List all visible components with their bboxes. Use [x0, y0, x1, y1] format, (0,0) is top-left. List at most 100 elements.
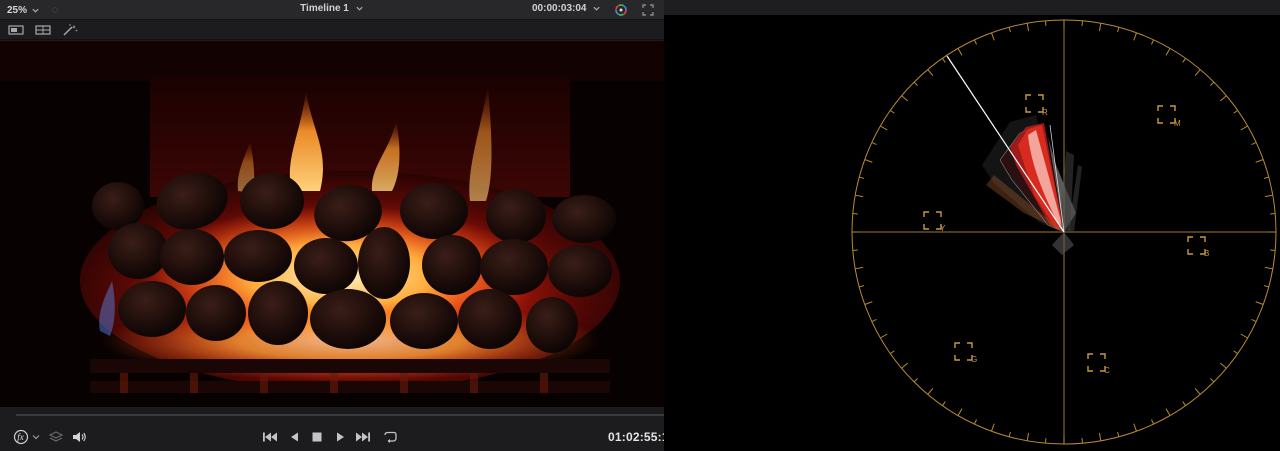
scope-tick — [1165, 408, 1171, 416]
scope-tick — [855, 194, 864, 198]
target-label-r: R — [1042, 108, 1048, 117]
scope-tick — [1151, 419, 1155, 425]
scope-tick — [1026, 432, 1030, 441]
scope-tick — [1165, 48, 1171, 56]
scope-tick — [1098, 23, 1102, 32]
target-label-m: M — [1174, 119, 1181, 128]
scope-tick — [1233, 109, 1238, 114]
scope-tick — [1133, 423, 1137, 432]
target-label-b: B — [1204, 249, 1209, 258]
scope-tick — [859, 176, 865, 179]
record-timecode: 01:02:55:1 — [608, 430, 669, 444]
expand-icon[interactable] — [641, 3, 655, 17]
video-frame[interactable] — [0, 41, 664, 407]
scope-tick — [1255, 159, 1264, 163]
scope-tick — [1263, 176, 1269, 179]
target-box-g: G — [954, 342, 977, 364]
scope-tick — [1194, 69, 1201, 77]
vectorscope-trace — [981, 114, 1082, 255]
svg-text:fx: fx — [17, 432, 24, 442]
target-box-m: M — [1157, 105, 1181, 128]
scope-tick — [1008, 27, 1011, 33]
split-viewer-icon[interactable] — [35, 24, 51, 36]
chevron-down-icon — [593, 6, 601, 11]
scope-tick — [941, 401, 946, 406]
scope-tick — [1263, 285, 1269, 288]
scope-tick — [1210, 81, 1215, 86]
scope-tick — [901, 95, 909, 102]
scope-tick — [1251, 141, 1257, 145]
scope-tick — [941, 58, 946, 63]
target-box-y: Y — [923, 211, 946, 233]
scope-tick — [859, 285, 865, 288]
scope-tick — [1008, 431, 1011, 437]
color-wheel-icon[interactable] — [614, 3, 628, 17]
scope-tick — [991, 32, 995, 41]
skip-back-icon[interactable] — [261, 429, 279, 445]
fx-icon[interactable]: fx — [13, 429, 43, 445]
scope-tick — [1182, 58, 1187, 63]
scope-tick — [880, 333, 888, 339]
scope-tick — [1233, 350, 1238, 355]
scope-tick — [1210, 378, 1215, 383]
scope-tick — [890, 109, 895, 114]
layers-icon[interactable] — [47, 429, 65, 445]
source-timecode-label: 00:00:03:04 — [532, 3, 587, 14]
scope-tick — [1194, 387, 1201, 395]
fireplace-frame-image — [0, 41, 664, 407]
scope-tick — [1117, 431, 1120, 437]
target-label-c: C — [1104, 366, 1110, 375]
scope-tick — [1255, 301, 1264, 305]
scope-tick — [957, 48, 963, 56]
target-box-c: C — [1087, 353, 1110, 375]
loop-icon[interactable] — [381, 429, 399, 445]
scope-header-bar — [664, 0, 1280, 15]
target-label-y: Y — [940, 224, 946, 233]
scope-tick — [880, 125, 888, 131]
skip-forward-icon[interactable] — [354, 429, 372, 445]
scope-tick — [1251, 319, 1257, 323]
scope-tick — [1026, 23, 1030, 32]
scope-tick — [973, 39, 977, 45]
scope-tick — [855, 266, 864, 270]
scope-tick — [1117, 27, 1120, 33]
scope-tick — [1133, 32, 1137, 41]
magic-wand-icon[interactable] — [62, 24, 78, 36]
scope-tick — [871, 141, 877, 145]
scope-tick — [913, 378, 918, 383]
vectorscope-panel: R M Y B G C — [664, 0, 1280, 451]
scope-tick — [1264, 194, 1273, 198]
play-reverse-icon[interactable] — [286, 429, 304, 445]
viewer-transport-bar: fx 01:02:55:1 — [0, 407, 669, 451]
stop-icon[interactable] — [308, 429, 326, 445]
single-viewer-icon[interactable] — [8, 24, 24, 36]
scope-tick — [1151, 39, 1155, 45]
target-box-r: R — [1025, 94, 1048, 117]
viewer-header: 25% Timeline 1 00:00:03:04 — [0, 0, 664, 20]
scope-tick — [913, 81, 918, 86]
target-label-g: G — [971, 355, 977, 364]
scope-tick — [1240, 125, 1248, 131]
play-icon[interactable] — [331, 429, 349, 445]
scope-tick — [1264, 266, 1273, 270]
viewer-panel: 25% Timeline 1 00:00:03:04 fx 01:02:55:1 — [0, 0, 669, 451]
scope-tick — [1098, 432, 1102, 441]
scope-tick — [991, 423, 995, 432]
source-timecode[interactable]: 00:00:03:04 — [532, 3, 601, 14]
vectorscope-graticule: R M Y B G C — [851, 19, 1277, 445]
scope-tick — [864, 301, 873, 305]
scope-tick — [890, 350, 895, 355]
scope-tick — [864, 159, 873, 163]
scope-tick — [927, 69, 934, 77]
chevron-down-icon — [356, 6, 363, 11]
scope-tick — [1219, 95, 1227, 102]
timeline-title: Timeline 1 — [300, 3, 349, 14]
scope-tick — [957, 408, 963, 416]
speaker-icon[interactable] — [70, 429, 88, 445]
scope-tick — [973, 419, 977, 425]
scope-tick — [1219, 362, 1227, 369]
scrubber-track[interactable] — [16, 414, 664, 416]
scope-tick — [1240, 333, 1248, 339]
scope-tick — [901, 362, 909, 369]
scope-tick — [871, 319, 877, 323]
